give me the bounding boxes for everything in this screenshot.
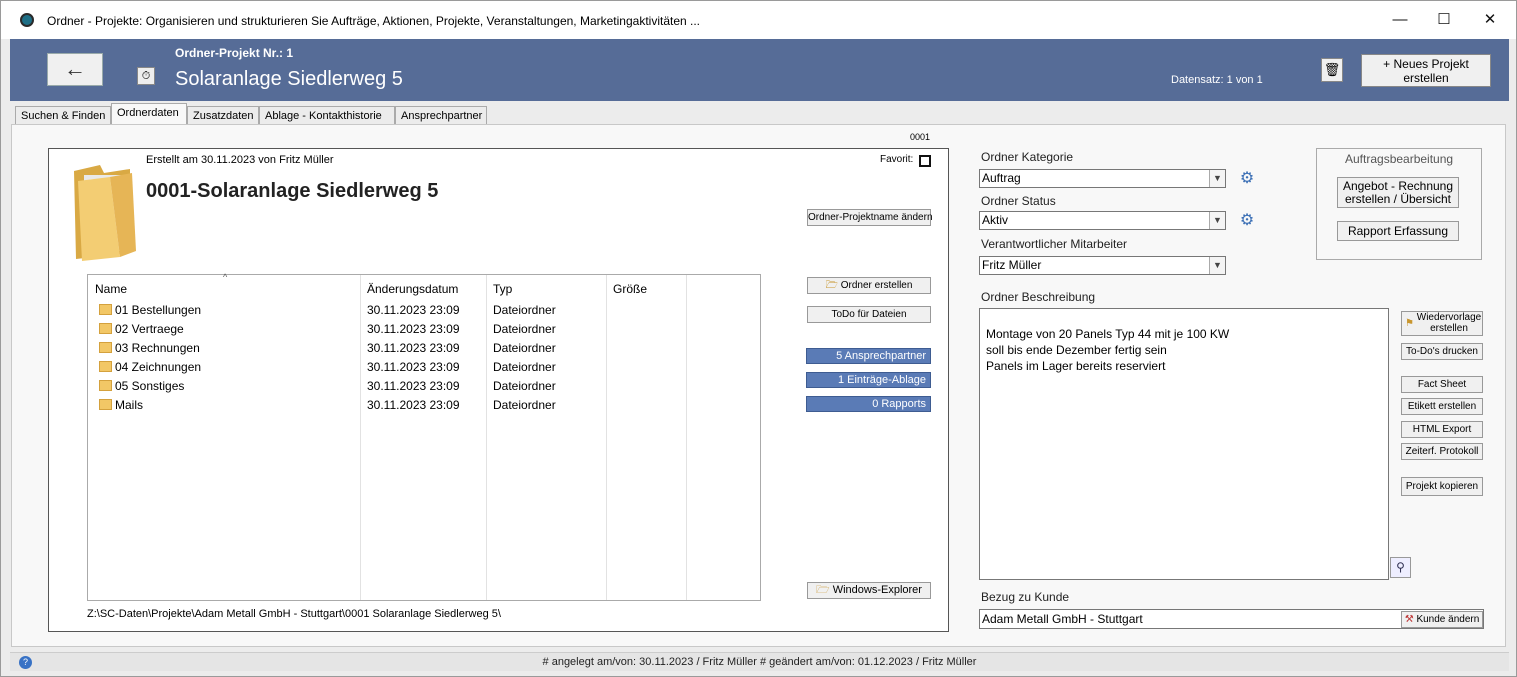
file-row[interactable]: 03 Rechnungen 30.11.2023 23:09 Dateiordn… — [88, 339, 760, 358]
kategorie-label: Ordner Kategorie — [981, 150, 1074, 164]
col-header-date[interactable]: Änderungsdatum — [367, 282, 458, 296]
html-export-button[interactable]: HTML Export — [1401, 421, 1483, 438]
projekt-kopieren-button[interactable]: Projekt kopieren — [1401, 477, 1483, 496]
wiedervorlage-button[interactable]: ⚑ Wiedervorlage erstellen — [1401, 311, 1483, 336]
created-info: Erstellt am 30.11.2023 von Fritz Müller — [146, 154, 334, 166]
file-row[interactable]: 04 Zeichnungen 30.11.2023 23:09 Dateiord… — [88, 358, 760, 377]
zoom-icon[interactable]: ⚲ — [1390, 557, 1411, 578]
status-select[interactable]: Aktiv ▼ — [979, 211, 1226, 230]
project-header: ← ⏱ Ordner-Projekt Nr.: 1 Solaranlage Si… — [10, 39, 1509, 101]
folder-icon — [99, 304, 112, 315]
app-window: Ordner - Projekte: Organisieren und stru… — [0, 0, 1517, 677]
favorit-checkbox[interactable] — [919, 155, 931, 167]
folder-icon — [99, 361, 112, 372]
beschreibung-textarea[interactable]: Montage von 20 Panels Typ 44 mit je 100 … — [979, 308, 1389, 580]
folder-title: 0001-Solaranlage Siedlerweg 5 — [146, 180, 439, 202]
folder-icon — [99, 399, 112, 410]
mitarbeiter-select[interactable]: Fritz Müller ▼ — [979, 256, 1226, 275]
create-folder-button[interactable]: 🗁 Ordner erstellen — [807, 277, 931, 294]
trash-icon[interactable]: 🗑 — [1321, 58, 1343, 82]
contact-icon: ⚒ — [1404, 614, 1414, 625]
project-nr-label: Ordner-Projekt Nr.: 1 — [175, 46, 294, 60]
file-row[interactable]: 05 Sonstiges 30.11.2023 23:09 Dateiordne… — [88, 377, 760, 396]
file-list: ^ Name Änderungsdatum Typ Größe 01 Beste… — [87, 272, 761, 601]
tab-zusatzdaten[interactable]: Zusatzdaten — [187, 106, 259, 125]
record-counter: Datensatz: 1 von 1 — [1171, 74, 1263, 86]
folder-icon — [74, 165, 136, 261]
windows-explorer-button[interactable]: 🗁 Windows-Explorer — [807, 582, 931, 599]
tab-ansprechpartner[interactable]: Ansprechpartner — [395, 106, 487, 125]
maximize-icon[interactable]: ☐ — [1429, 10, 1459, 30]
folder-open-icon: 🗁 — [816, 584, 830, 596]
etikett-button[interactable]: Etikett erstellen — [1401, 398, 1483, 415]
beschreibung-label: Ordner Beschreibung — [981, 290, 1096, 304]
file-row[interactable]: 02 Vertraege 30.11.2023 23:09 Dateiordne… — [88, 320, 760, 339]
back-button[interactable]: ← — [47, 53, 103, 86]
todo-files-button[interactable]: ToDo für Dateien — [807, 306, 931, 323]
favorit-label: Favorit: — [880, 154, 914, 165]
fact-sheet-button[interactable]: Fact Sheet — [1401, 376, 1483, 393]
folder-icon — [99, 342, 112, 353]
folder-path: Z:\SC-Daten\Projekte\Adam Metall GmbH - … — [87, 608, 501, 620]
rapport-erfassung-button[interactable]: Rapport Erfassung — [1337, 221, 1459, 241]
kunde-label: Bezug zu Kunde — [981, 590, 1070, 604]
status-bar: ? # angelegt am/von: 30.11.2023 / Fritz … — [10, 652, 1509, 671]
folder-star-icon: 🗁 — [825, 280, 838, 291]
window-title: Ordner - Projekte: Organisieren und stru… — [47, 14, 701, 28]
new-project-button[interactable]: + Neues Projekt erstellen — [1361, 54, 1491, 87]
timer-icon[interactable]: ⏱ — [137, 67, 155, 85]
todos-drucken-button[interactable]: To-Do's drucken — [1401, 343, 1483, 360]
col-header-size[interactable]: Größe — [613, 282, 647, 296]
gear-icon[interactable]: ⚙ — [1238, 212, 1256, 230]
sort-arrow-icon: ^ — [223, 272, 228, 282]
title-bar: Ordner - Projekte: Organisieren und stru… — [1, 1, 1516, 39]
chevron-down-icon: ▼ — [1209, 212, 1225, 229]
status-text: # angelegt am/von: 30.11.2023 / Fritz Mü… — [542, 656, 977, 668]
mitarbeiter-label: Verantwortlicher Mitarbeiter — [981, 237, 1128, 251]
gear-icon[interactable]: ⚙ — [1238, 170, 1256, 188]
new-project-label-1: + Neues Projekt — [1383, 57, 1469, 71]
auftragsbearbeitung-title: Auftragsbearbeitung — [1345, 152, 1454, 166]
kunde-aendern-button[interactable]: ⚒ Kunde ändern — [1401, 611, 1483, 628]
folder-icon — [99, 323, 112, 334]
kategorie-select[interactable]: Auftrag ▼ — [979, 169, 1226, 188]
rename-project-button[interactable]: Ordner-Projektname ändern — [807, 209, 933, 226]
col-header-name[interactable]: Name — [95, 282, 127, 296]
file-row[interactable]: 01 Bestellungen 30.11.2023 23:09 Dateior… — [88, 301, 760, 320]
ansprechpartner-button[interactable]: 5 Ansprechpartner — [806, 348, 931, 364]
zeiterf-protokoll-button[interactable]: Zeiterf. Protokoll — [1401, 443, 1483, 460]
back-arrow-icon: ← — [64, 56, 86, 81]
minimize-icon[interactable]: — — [1385, 10, 1415, 30]
file-row[interactable]: Mails 30.11.2023 23:09 Dateiordner — [88, 396, 760, 415]
project-title: Solaranlage Siedlerweg 5 — [175, 68, 403, 90]
new-project-label-2: erstellen — [1403, 71, 1449, 85]
tab-ordnerdaten[interactable]: Ordnerdaten — [111, 103, 187, 125]
col-header-type[interactable]: Typ — [493, 282, 512, 296]
rapports-button[interactable]: 0 Rapports — [806, 396, 931, 412]
chevron-down-icon: ▼ — [1209, 170, 1225, 187]
close-icon[interactable]: ✕ — [1475, 10, 1505, 30]
tab-ablage[interactable]: Ablage - Kontakthistorie — [259, 106, 395, 125]
angebot-rechnung-button[interactable]: Angebot - Rechnung erstellen / Übersicht — [1337, 177, 1459, 208]
status-label: Ordner Status — [981, 194, 1056, 208]
folder-icon — [99, 380, 112, 391]
project-number-small: 0001 — [910, 132, 931, 142]
eintraege-ablage-button[interactable]: 1 Einträge-Ablage — [806, 372, 931, 388]
bell-icon: ⚑ — [1405, 318, 1414, 329]
chevron-down-icon: ▼ — [1209, 257, 1225, 274]
tab-suchen[interactable]: Suchen & Finden — [15, 106, 111, 125]
app-icon — [20, 13, 34, 27]
